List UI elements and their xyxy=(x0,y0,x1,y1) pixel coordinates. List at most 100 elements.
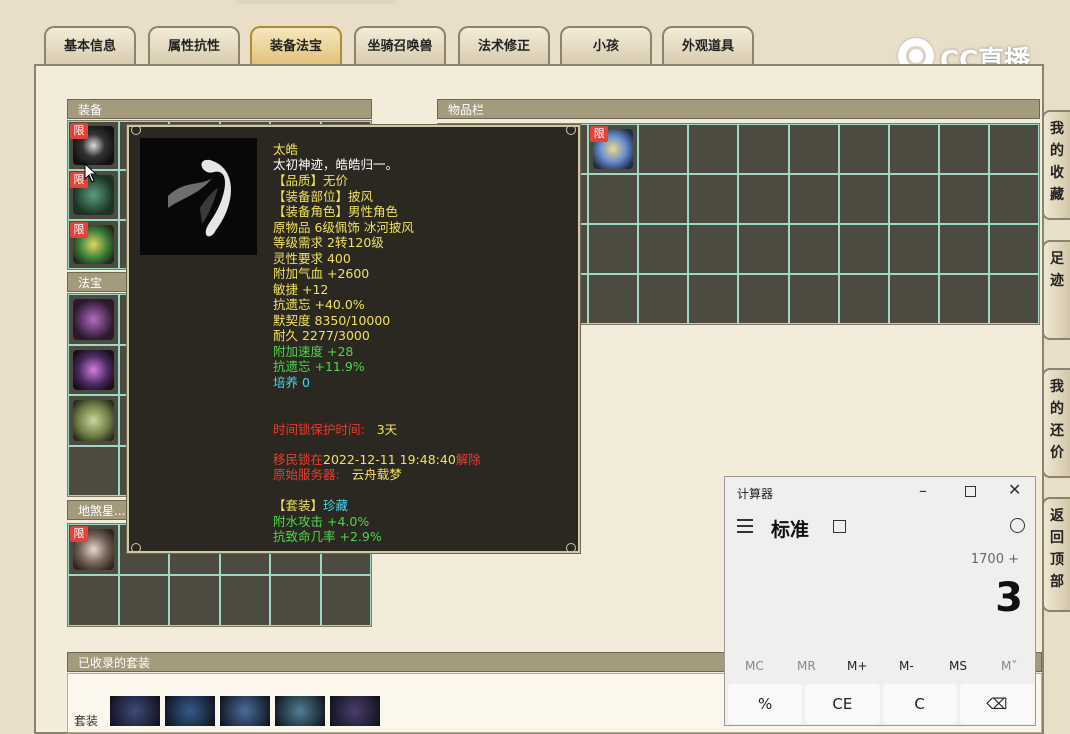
tab-3[interactable]: 装备法宝 xyxy=(250,26,342,64)
suit-thumb[interactable] xyxy=(220,696,270,726)
item-slot[interactable]: 限 xyxy=(588,124,639,174)
item-slot[interactable] xyxy=(838,274,889,324)
item-slot[interactable] xyxy=(788,174,839,224)
tooltip-item-image xyxy=(140,138,257,255)
tab-4[interactable]: 坐骑召唤兽 xyxy=(354,26,446,64)
disha-slot[interactable] xyxy=(118,575,169,626)
item-slot[interactable] xyxy=(638,224,689,274)
tab-5[interactable]: 法术修正 xyxy=(458,26,550,64)
item-icon xyxy=(73,299,114,340)
tt-lock-label: 时间锁保护时间: xyxy=(273,422,365,437)
item-tooltip: 太皓 太初神迹，皓皓归一。 【品质】无价 【装备部位】披风 【装备角色】男性角色… xyxy=(126,124,581,554)
item-slot[interactable] xyxy=(688,274,739,324)
calc-expression: 1700 + xyxy=(970,552,1019,567)
side-button-2[interactable]: 足迹 xyxy=(1042,240,1070,340)
item-slot[interactable] xyxy=(638,274,689,324)
tt-lock-value: 3天 xyxy=(376,422,398,437)
item-slot[interactable] xyxy=(938,174,989,224)
disha-slot[interactable] xyxy=(169,575,220,626)
item-slot[interactable] xyxy=(588,274,639,324)
calc-mem-4[interactable]: M- xyxy=(899,659,914,673)
item-slot[interactable] xyxy=(688,124,739,174)
disha-slot[interactable] xyxy=(68,575,119,626)
item-slot[interactable] xyxy=(738,224,789,274)
tab-1[interactable]: 基本信息 xyxy=(44,26,136,64)
calc-mode: 标准 xyxy=(771,519,810,541)
item-slot[interactable] xyxy=(988,124,1039,174)
tab-6[interactable]: 小孩 xyxy=(560,26,652,64)
hamburger-icon[interactable] xyxy=(737,519,753,533)
item-slot[interactable] xyxy=(588,224,639,274)
item-slot[interactable] xyxy=(638,124,689,174)
calc-key-1[interactable]: % xyxy=(728,684,803,724)
tt-cultivate: 培养 0 xyxy=(273,375,310,390)
side-button-1[interactable]: 我的收藏 xyxy=(1042,110,1070,220)
item-slot[interactable] xyxy=(988,274,1039,324)
item-slot[interactable] xyxy=(788,124,839,174)
history-icon[interactable] xyxy=(1010,518,1025,533)
disha-slot[interactable] xyxy=(270,575,321,626)
fabao-slot[interactable] xyxy=(68,344,119,395)
limited-badge: 限 xyxy=(70,526,88,542)
item-slot[interactable] xyxy=(688,224,739,274)
calc-mem-5[interactable]: MS xyxy=(949,659,967,673)
item-slot[interactable] xyxy=(888,124,939,174)
calc-keypad: % CE C ⌫ xyxy=(725,684,1037,724)
item-slot[interactable] xyxy=(788,224,839,274)
disha-slot[interactable]: 限 xyxy=(68,524,119,575)
item-slot[interactable] xyxy=(738,124,789,174)
side-button-3[interactable]: 我的还价 xyxy=(1042,368,1070,478)
suits-row-label: 套装 xyxy=(74,714,99,728)
item-slot[interactable] xyxy=(738,274,789,324)
maximize-icon[interactable] xyxy=(965,486,976,497)
calc-display: 3 xyxy=(995,575,1023,621)
calc-mem-6[interactable]: M˅ xyxy=(1001,659,1017,673)
suit-thumb[interactable] xyxy=(330,696,380,726)
calc-key-3[interactable]: C xyxy=(882,684,957,724)
top-cut-text xyxy=(236,0,396,4)
calc-mem-3[interactable]: M+ xyxy=(847,659,867,673)
item-slot[interactable] xyxy=(888,174,939,224)
calc-mem-1[interactable]: MC xyxy=(745,659,764,673)
item-slot[interactable] xyxy=(688,174,739,224)
limited-badge: 限 xyxy=(70,123,88,139)
item-slot[interactable] xyxy=(838,124,889,174)
item-slot[interactable] xyxy=(988,174,1039,224)
tt-server: 原始服务器: 云舟载梦 xyxy=(273,464,402,483)
close-icon[interactable]: ✕ xyxy=(1008,480,1021,499)
minimize-icon[interactable]: – xyxy=(919,481,927,500)
panel-items-header: 物品栏 xyxy=(437,99,1040,119)
item-slot[interactable] xyxy=(888,224,939,274)
calc-title: 计算器 xyxy=(737,487,774,501)
disha-slot[interactable] xyxy=(320,575,371,626)
fabao-slot[interactable] xyxy=(68,445,119,496)
calc-key-4[interactable]: ⌫ xyxy=(959,684,1034,724)
side-button-4[interactable]: 返回顶部 xyxy=(1042,497,1070,612)
fabao-slot[interactable] xyxy=(68,395,119,446)
disha-slot[interactable] xyxy=(219,575,270,626)
panel-equip-header: 装备 xyxy=(67,99,372,119)
suit-thumb[interactable] xyxy=(275,696,325,726)
fabao-slot[interactable] xyxy=(68,294,119,345)
item-slot[interactable] xyxy=(988,224,1039,274)
mouse-cursor-icon xyxy=(84,163,98,183)
item-slot[interactable] xyxy=(938,124,989,174)
suit-thumb[interactable] xyxy=(165,696,215,726)
tab-7[interactable]: 外观道具 xyxy=(662,26,754,64)
item-slot[interactable] xyxy=(838,224,889,274)
item-slot[interactable] xyxy=(788,274,839,324)
item-slot[interactable] xyxy=(938,274,989,324)
item-slot[interactable] xyxy=(638,174,689,224)
suit-thumb[interactable] xyxy=(110,696,160,726)
item-slot[interactable] xyxy=(838,174,889,224)
item-slot[interactable] xyxy=(738,174,789,224)
item-slot[interactable] xyxy=(588,174,639,224)
keep-on-top-icon[interactable] xyxy=(833,520,846,533)
calc-mem-2[interactable]: MR xyxy=(797,659,816,673)
item-slot[interactable] xyxy=(888,274,939,324)
calculator-window: 计算器 – ✕ 标准 1700 + 3 MC MR M+ M- MS M˅ % CE C ⌫ xyxy=(724,476,1036,726)
calc-key-2[interactable]: CE xyxy=(805,684,880,724)
tab-2[interactable]: 属性抗性 xyxy=(148,26,240,64)
item-slot[interactable] xyxy=(938,224,989,274)
equip-slot[interactable]: 限 xyxy=(68,219,119,269)
